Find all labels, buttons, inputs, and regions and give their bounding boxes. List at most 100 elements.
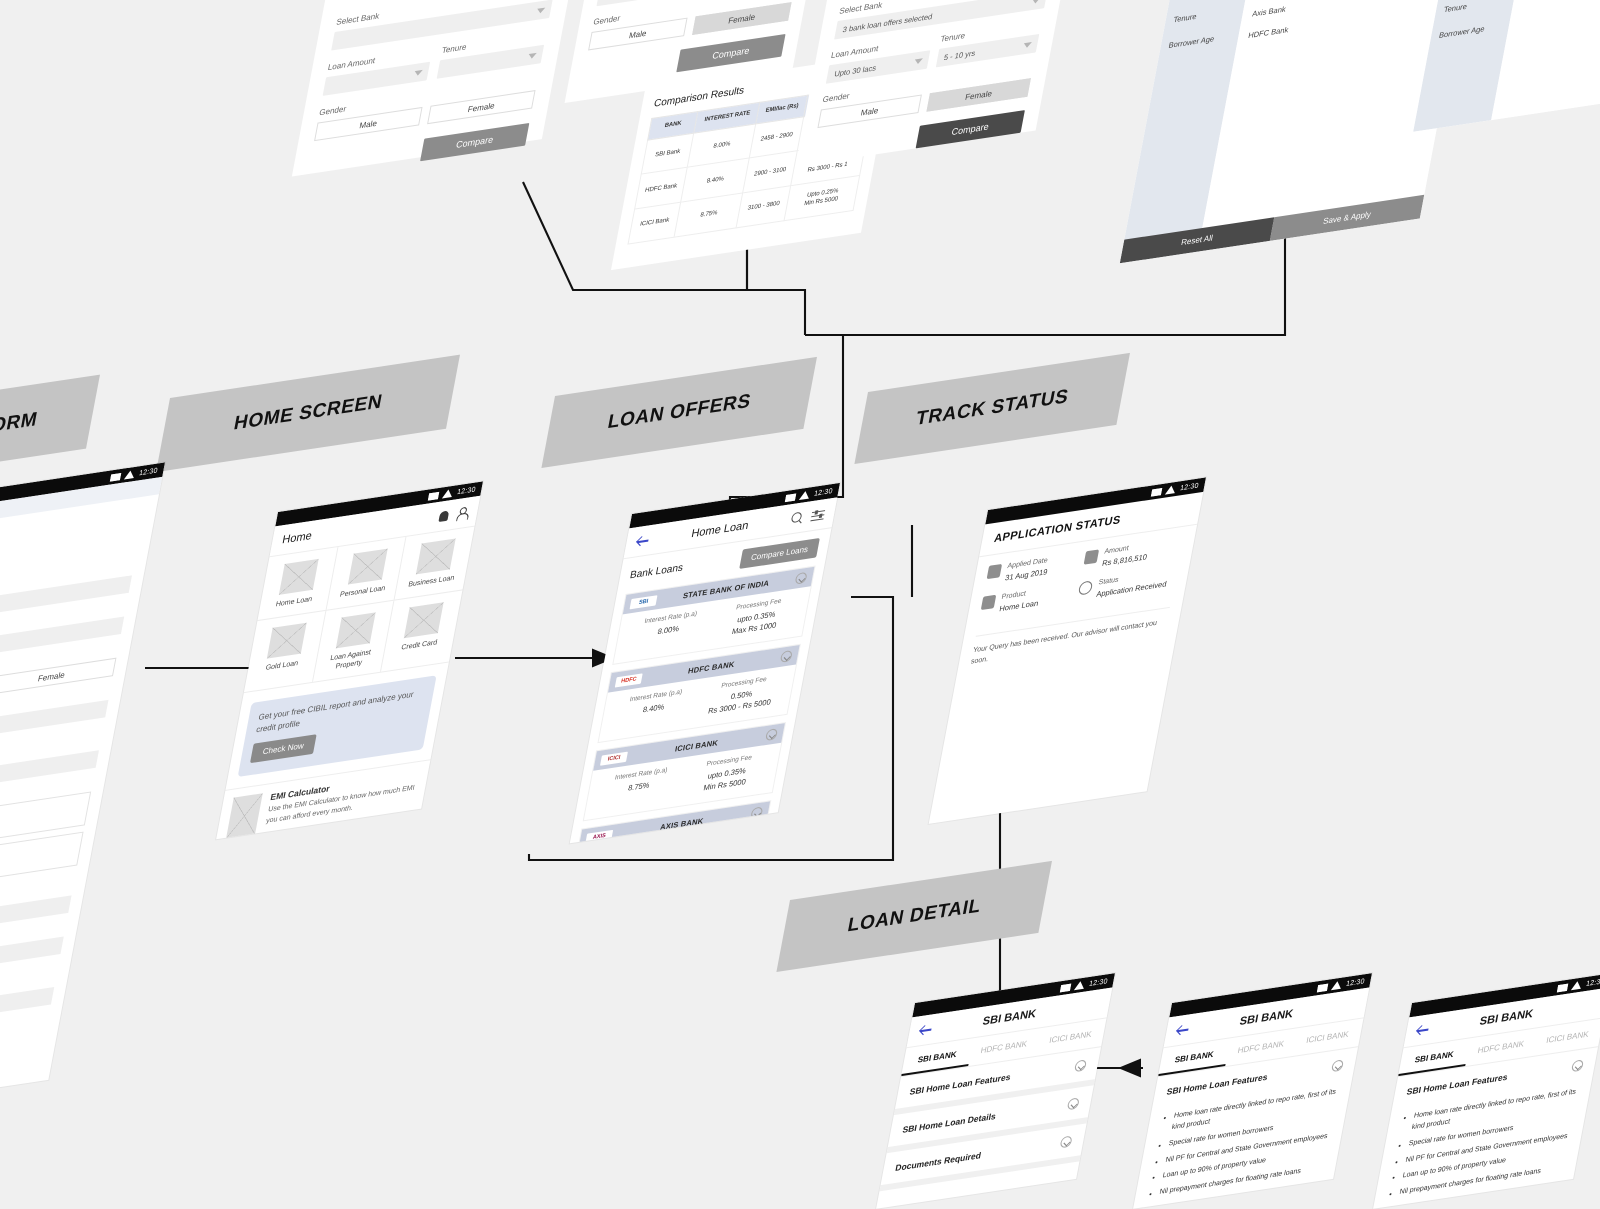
bell-icon[interactable] xyxy=(438,509,450,522)
wifi-icon xyxy=(1317,983,1329,992)
wifi-icon xyxy=(428,491,440,501)
compare-loans-button[interactable]: Compare Loans xyxy=(739,537,820,569)
wifi-icon xyxy=(785,492,797,502)
section-label-home-screen: HOME SCREEN xyxy=(156,354,460,473)
flow-diagram-canvas: FORM HOME SCREEN LOAN OFFERS TRACK STATU… xyxy=(0,0,1600,1209)
tile-image-placeholder xyxy=(416,538,456,575)
signal-icon xyxy=(124,469,136,480)
tenure-value-3: 5 - 10 yrs xyxy=(943,47,977,62)
clock: 12:30 xyxy=(1585,977,1600,988)
tile-image-placeholder xyxy=(335,612,376,649)
bank-filter-panel-amount: Bank Loans Loan Amount Tenure Borrower A… xyxy=(1413,0,1600,132)
emi-image-placeholder xyxy=(225,793,263,840)
section-title: Bank Loans xyxy=(628,562,684,582)
pincode-hint: Give your current address even if you li… xyxy=(0,1008,50,1053)
chevron-down-icon[interactable] xyxy=(764,728,779,742)
compare-form-empty: Select Bank Loan Amount Tenure Gender Ma… xyxy=(291,0,585,177)
signal-icon xyxy=(1165,484,1177,495)
bank-name: AXIS BANK xyxy=(659,816,705,832)
clock: 12:30 xyxy=(1179,481,1200,492)
section-label-loan-offers: LOAN OFFERS xyxy=(541,356,817,469)
nav-profile[interactable]: Profile xyxy=(345,820,419,839)
section-label-track-status: TRACK STATUS xyxy=(854,352,1130,465)
cell-bank: ICICI Bank xyxy=(628,202,681,244)
back-icon[interactable] xyxy=(918,1022,934,1037)
signal-icon xyxy=(1571,980,1583,991)
section-label-loan-detail: LOAN DETAIL xyxy=(776,860,1052,973)
search-icon[interactable] xyxy=(789,510,805,525)
status-item-product: Product Home Loan xyxy=(980,582,1081,616)
loan-amount-group: Loan Amount xyxy=(322,47,433,96)
bank-filter-panel: Bank Loans Loan Amount Tenure Borrower A… xyxy=(1119,0,1482,264)
section-label-form-text: FORM xyxy=(0,408,40,439)
compare-button-2[interactable]: Compare xyxy=(676,33,786,73)
bank-logo: ICICI xyxy=(600,751,629,766)
rupee-icon xyxy=(1083,549,1100,565)
clock: 12:30 xyxy=(456,485,477,496)
filter-icon[interactable] xyxy=(810,507,826,522)
application-form-screen: 12:30 with your information some questio… xyxy=(0,462,165,1123)
nav-track-status[interactable]: Track Status xyxy=(277,831,351,840)
product-icon xyxy=(980,594,997,611)
wifi-icon xyxy=(1151,487,1163,497)
signal-icon xyxy=(442,488,454,499)
back-icon[interactable] xyxy=(1175,1022,1191,1037)
tile-label: Home Loan xyxy=(275,595,313,609)
status-item-amount: Amount Rs 8,816,510 xyxy=(1082,537,1183,571)
clock: 12:30 xyxy=(1088,977,1109,988)
home-screen: 12:30 Home Home Loan Personal Loan Busin… xyxy=(216,481,483,840)
bank-logo: AXIS xyxy=(585,829,614,844)
bank-logo: HDFC xyxy=(614,672,643,688)
back-icon[interactable] xyxy=(1415,1022,1431,1037)
loan-detail-screen-expanded-2: 12:30 SBI BANK SBI BANK HDFC BANK ICICI … xyxy=(1373,973,1600,1209)
profile-icon xyxy=(376,830,389,839)
compare-button[interactable]: Compare xyxy=(420,122,530,162)
tile-label: Business Loan xyxy=(407,574,455,589)
item-value: Home Loan xyxy=(998,598,1040,614)
tile-image-placeholder xyxy=(404,601,444,638)
tile-label: Gold Loan xyxy=(265,659,299,672)
tile-label: Credit Card xyxy=(400,638,438,652)
cell-emi: 3100 - 3800 xyxy=(736,185,791,228)
back-icon[interactable] xyxy=(635,533,651,548)
status-item-status: Status Application Received xyxy=(1077,568,1178,602)
clock: 12:30 xyxy=(138,466,159,477)
chevron-down-icon[interactable] xyxy=(750,806,764,820)
chevron-down-icon[interactable] xyxy=(794,571,808,585)
tile-business-loan[interactable]: Business Loan xyxy=(395,527,474,600)
signal-icon xyxy=(1331,980,1343,991)
bank-logo: SBI xyxy=(629,594,658,609)
fee-label: Processing Fee xyxy=(691,832,738,844)
compare-button-3[interactable]: Compare xyxy=(915,110,1025,149)
section-label-home-screen-text: HOME SCREEN xyxy=(232,390,385,435)
wifi-icon xyxy=(110,472,122,482)
clock: 12:30 xyxy=(1345,977,1366,988)
tile-image-placeholder xyxy=(266,622,307,659)
section-label-form: FORM xyxy=(0,374,101,475)
check-circle-icon xyxy=(1077,580,1094,596)
tenure-group: Tenure xyxy=(436,30,547,79)
tile-image-placeholder xyxy=(278,558,319,595)
tile-label: Loan Against Property xyxy=(329,648,372,670)
tile-image-placeholder xyxy=(347,548,388,585)
loan-detail-screen-collapsed: 12:30 SBI BANK SBI BANK HDFC BANK ICICI … xyxy=(876,973,1115,1209)
loan-amount-value-3: Upto 30 lacs xyxy=(833,62,878,79)
chevron-down-icon[interactable] xyxy=(779,649,793,663)
loan-detail-screen-expanded: 12:30 SBI BANK SBI BANK HDFC BANK ICICI … xyxy=(1133,973,1372,1209)
calendar-icon xyxy=(986,563,1003,580)
select-bank-value-3: 3 bank loan offers selected xyxy=(842,11,934,34)
tile-credit-card[interactable]: Credit Card xyxy=(381,590,462,672)
wifi-icon xyxy=(1557,983,1569,992)
clock: 12:30 xyxy=(813,487,834,498)
loan-offers-screen: 12:30 Home Loan Bank Loans Compare Loans… xyxy=(569,482,840,844)
tile-label: Personal Loan xyxy=(339,584,386,599)
application-status-screen: 12:30 APPLICATION STATUS Applied Date 31… xyxy=(928,477,1206,824)
person-icon[interactable] xyxy=(455,506,468,520)
section-label-loan-offers-text: LOAN OFFERS xyxy=(605,390,753,434)
compare-form-filled: Select Bank 3 bank loan offers selected … xyxy=(795,0,1078,167)
rate-label: Interest Rate (p.a) xyxy=(582,842,671,843)
check-now-button[interactable]: Check Now xyxy=(249,734,317,764)
loan-amount-value-2: Upto 30 lacs xyxy=(604,0,647,1)
wifi-icon xyxy=(1060,983,1072,992)
section-label-track-status-text: TRACK STATUS xyxy=(914,385,1071,431)
